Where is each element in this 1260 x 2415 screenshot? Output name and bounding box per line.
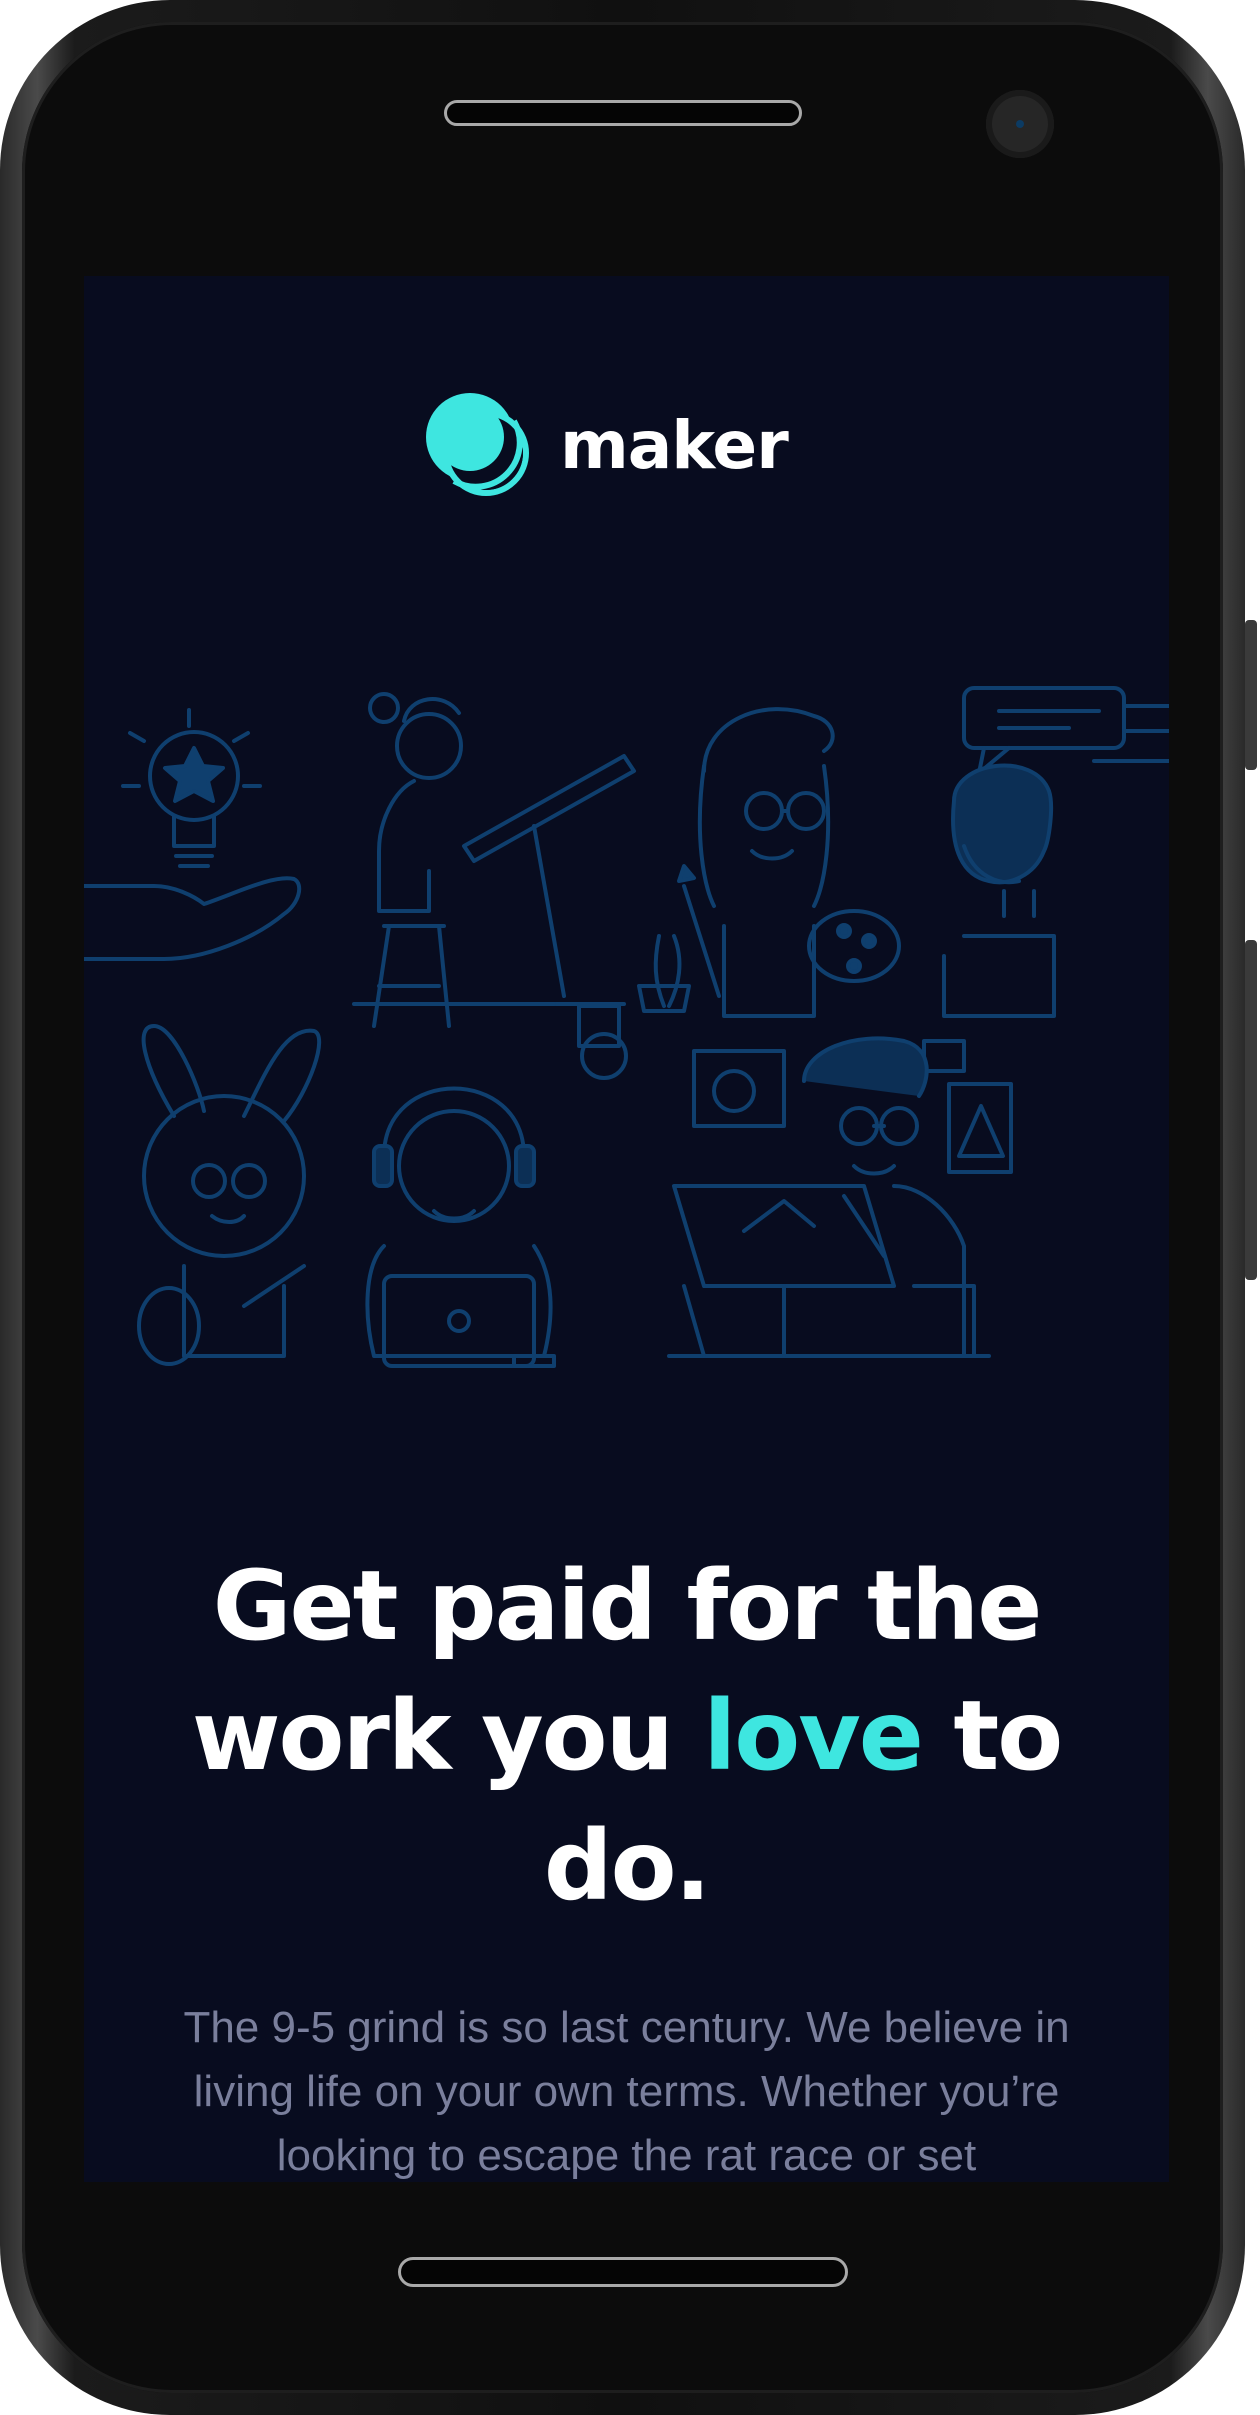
painter-icon bbox=[677, 707, 901, 1018]
hero-body-text: The 9-5 grind is so last century. We bel… bbox=[183, 2003, 1070, 2180]
speaker-man-icon bbox=[942, 686, 1169, 1018]
brand-logo[interactable]: maker bbox=[424, 390, 789, 500]
lightbulb-hand-icon bbox=[84, 708, 302, 961]
phone-volume-button bbox=[1245, 620, 1257, 770]
app-screen[interactable]: maker Get paid for the work you love to … bbox=[84, 276, 1169, 2182]
phone-speaker bbox=[444, 100, 802, 126]
bunny-girl-icon bbox=[137, 1024, 322, 1366]
phone-camera bbox=[986, 90, 1054, 158]
designer-drafting-icon bbox=[352, 692, 691, 1028]
brand-name: maker bbox=[560, 406, 789, 484]
digital-artist-icon bbox=[667, 1036, 1013, 1358]
hero-headline: Get paid for the work you love to do. bbox=[144, 1541, 1109, 1931]
creators-illustration bbox=[84, 686, 1169, 1368]
headphones-laptop-icon bbox=[365, 1004, 628, 1368]
phone-power-button bbox=[1245, 940, 1257, 1280]
phone-frame: maker Get paid for the work you love to … bbox=[0, 0, 1257, 2415]
maker-logo-icon bbox=[426, 393, 529, 496]
headline-accent-word: love bbox=[703, 1680, 924, 1792]
phone-home-bar bbox=[398, 2257, 848, 2287]
